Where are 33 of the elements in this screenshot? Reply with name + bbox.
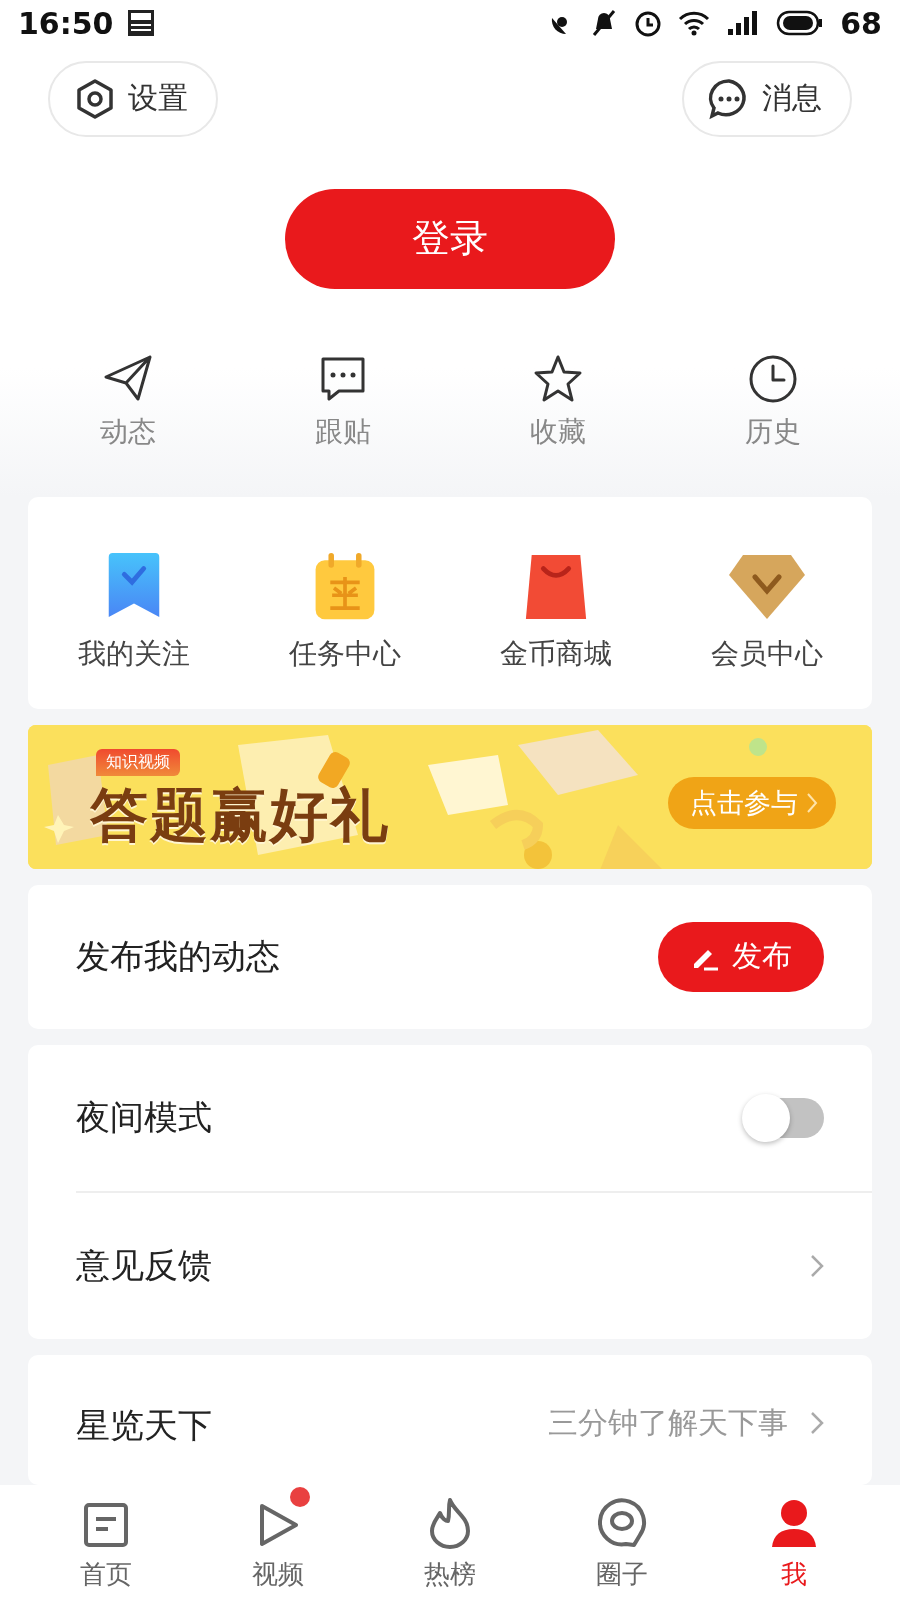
publish-button[interactable]: 发布 bbox=[658, 921, 824, 992]
section-title: 星览天下 bbox=[76, 1404, 212, 1447]
quick-action[interactable]: 历史 bbox=[665, 352, 880, 451]
service-item[interactable]: 我的关注 bbox=[28, 553, 239, 674]
post-prompt: 发布我的动态 bbox=[76, 934, 280, 978]
quick-action[interactable]: 跟贴 bbox=[235, 352, 450, 451]
setting-label: 意见反馈 bbox=[76, 1244, 213, 1287]
settings-icon bbox=[74, 77, 116, 120]
service-item[interactable]: 金币商城 bbox=[450, 553, 661, 674]
nav-tab[interactable]: 视频 bbox=[192, 1485, 364, 1600]
messages-button[interactable]: 消息 bbox=[682, 60, 852, 137]
section-hint: 三分钟了解天下事 bbox=[548, 1404, 788, 1442]
chevron-icon bbox=[810, 1411, 824, 1435]
setting-label: 夜间模式 bbox=[76, 1096, 213, 1139]
banner-title: 答题赢好礼 bbox=[90, 779, 390, 851]
quick-action[interactable]: 动态 bbox=[20, 352, 235, 451]
article-icon bbox=[82, 1501, 130, 1549]
service-item[interactable]: 任务中心 bbox=[239, 553, 450, 674]
battery-icon bbox=[776, 10, 825, 37]
quick-action[interactable]: 收藏 bbox=[450, 352, 665, 451]
banner-tag: 知识视频 bbox=[96, 748, 180, 776]
nav-tab[interactable]: 热榜 bbox=[364, 1485, 536, 1600]
wifi-icon bbox=[678, 10, 711, 37]
settings-button[interactable]: 设置 bbox=[48, 60, 218, 137]
clock-time: 16:50 bbox=[18, 5, 114, 41]
nav-tab[interactable]: 我 bbox=[708, 1485, 880, 1600]
nav-tab[interactable]: 首页 bbox=[20, 1485, 192, 1600]
news-app-icon bbox=[127, 10, 154, 37]
battery-level: 68 bbox=[840, 5, 882, 41]
login-button[interactable]: 登录 bbox=[285, 188, 615, 289]
service-item[interactable]: 会员中心 bbox=[661, 553, 872, 674]
nav-tab[interactable]: 圈子 bbox=[536, 1485, 708, 1600]
alarm-clock-icon bbox=[634, 9, 663, 38]
